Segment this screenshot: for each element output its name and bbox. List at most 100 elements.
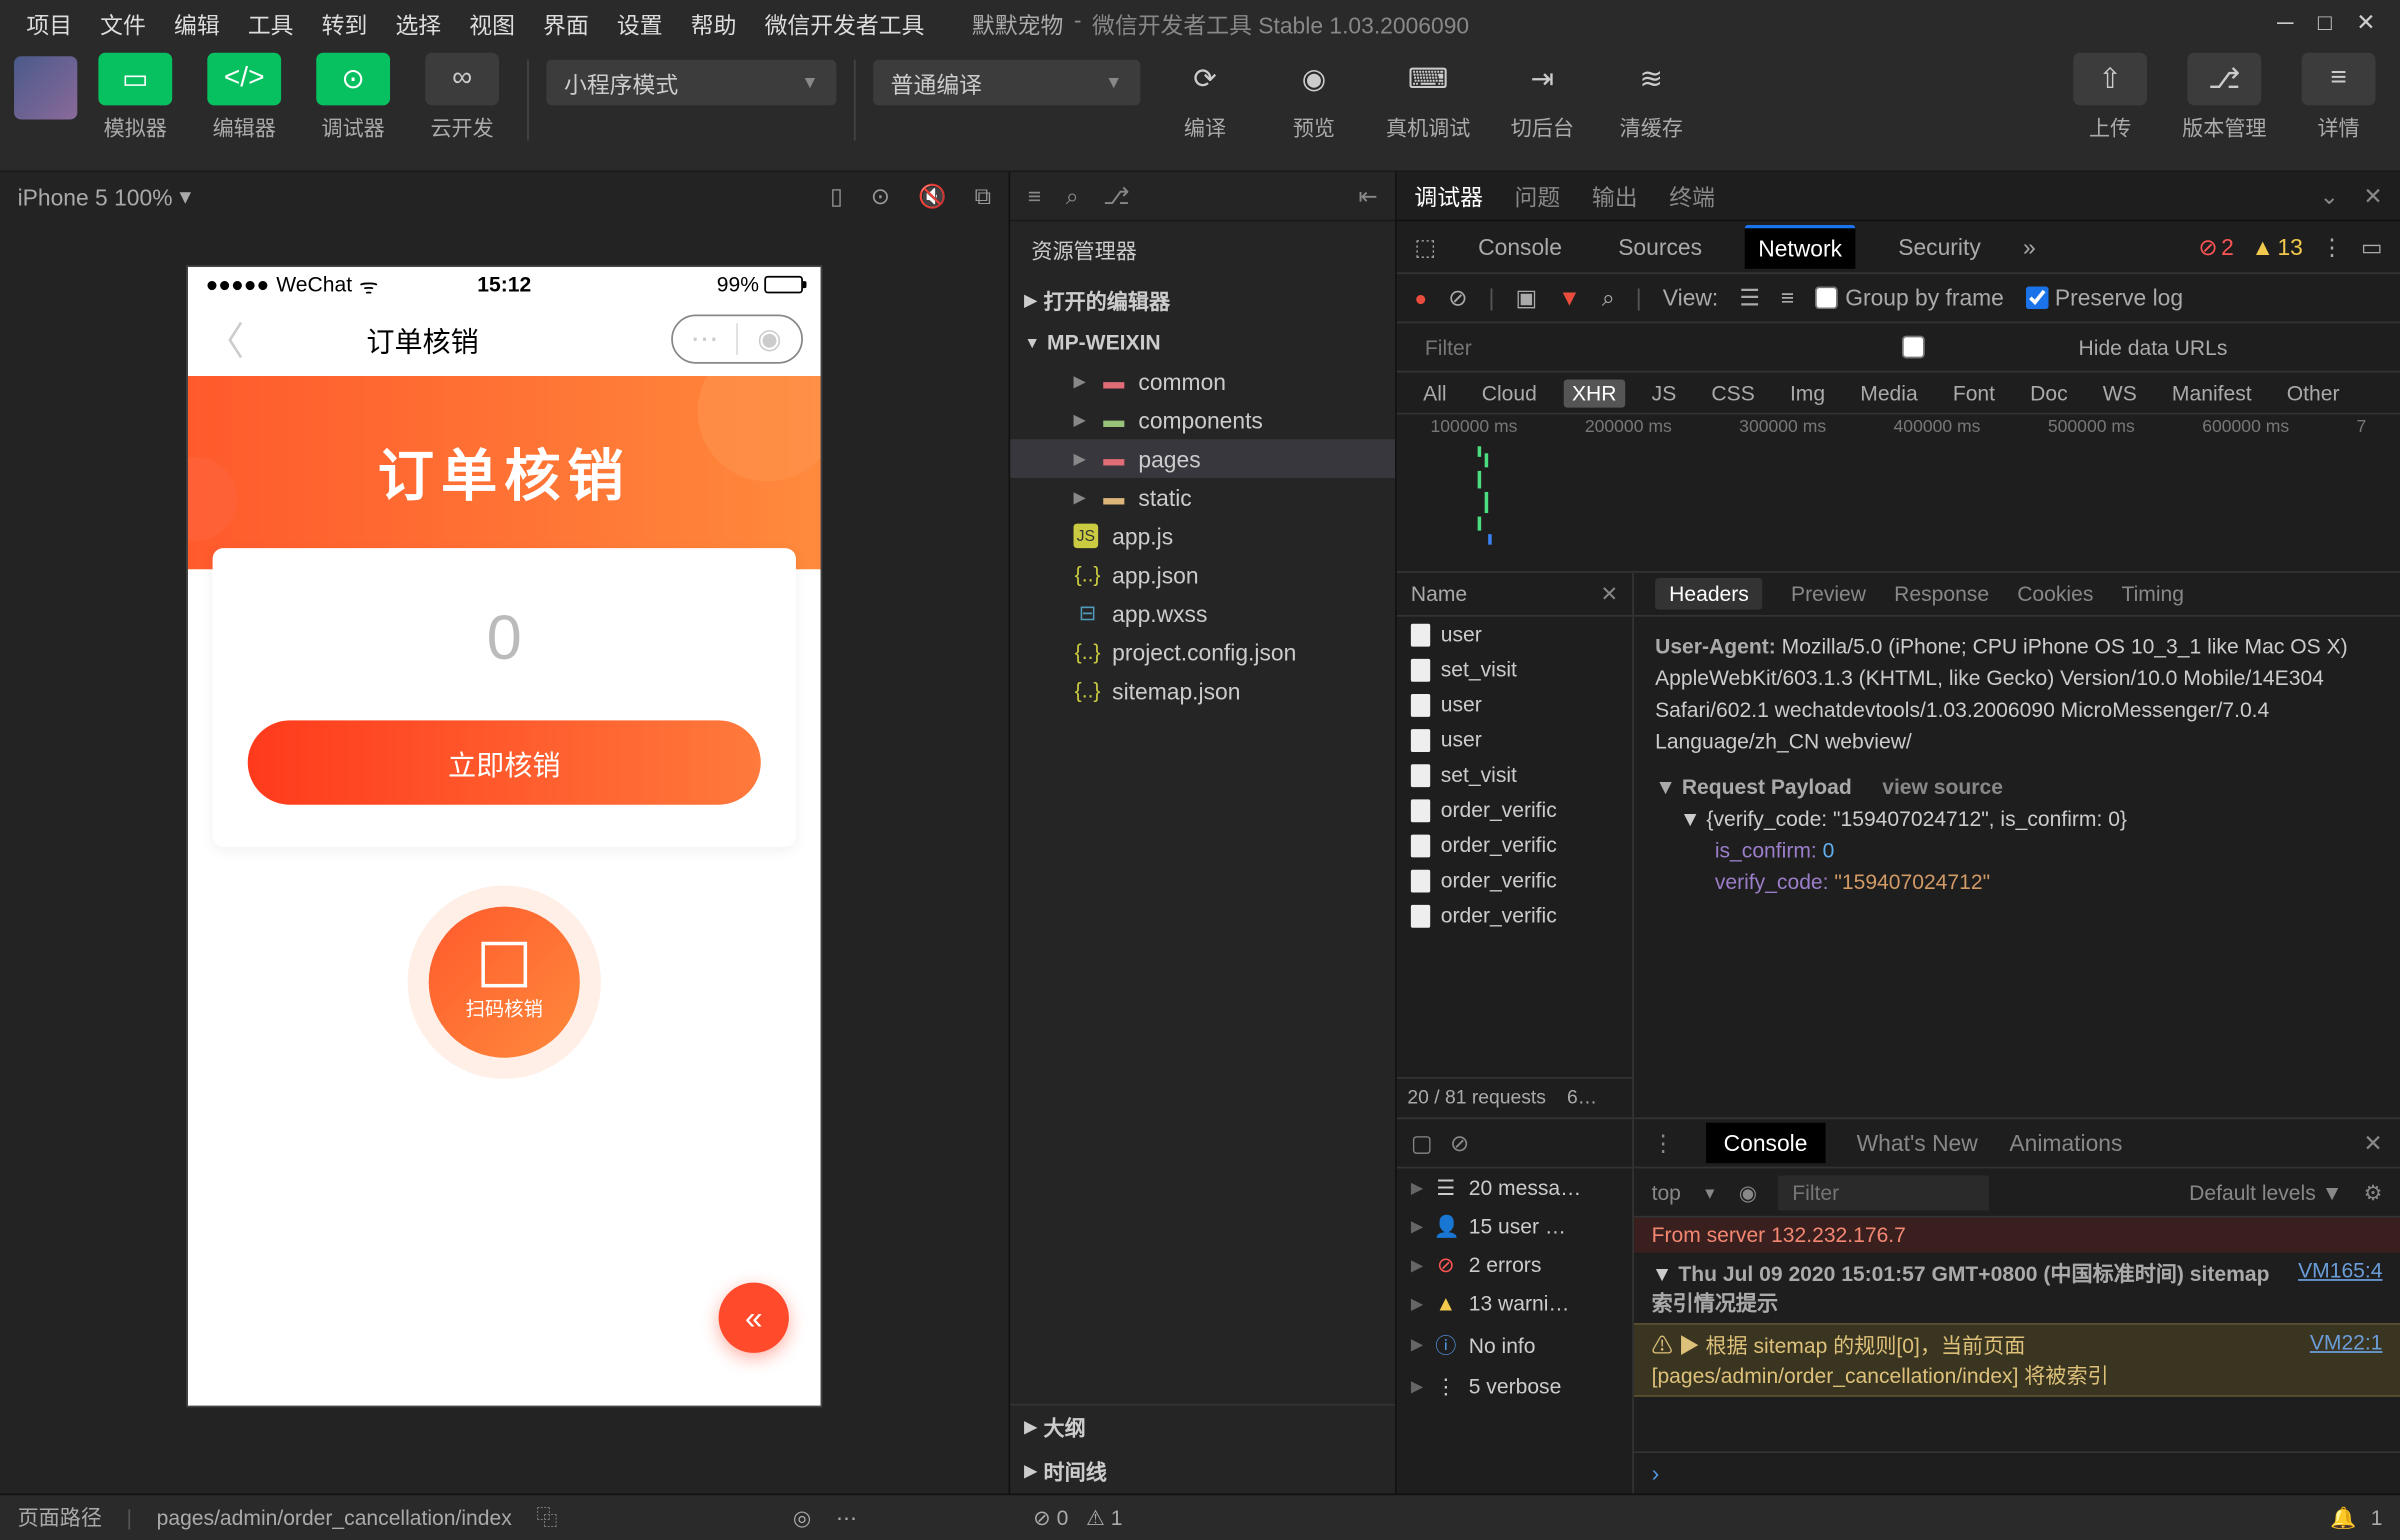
console-category[interactable]: ▶⊘2 errors (1397, 1246, 1632, 1285)
console-prompt[interactable]: › (1634, 1451, 2400, 1493)
drawer-kebab-icon[interactable]: ⋮ (1652, 1129, 1675, 1157)
mute-icon[interactable]: 🔇 (918, 183, 946, 211)
request-row[interactable]: set_visit (1397, 652, 1632, 687)
console-filter-input[interactable] (1778, 1175, 1989, 1210)
maximize-icon[interactable]: □ (2318, 9, 2332, 37)
status-warn[interactable]: ⚠ 1 (1086, 1505, 1123, 1530)
panel-security[interactable]: Security (1884, 227, 1995, 267)
filter-img[interactable]: Img (1781, 379, 1834, 407)
fab-button[interactable]: « (719, 1283, 789, 1353)
page-path[interactable]: pages/admin/order_cancellation/index (157, 1505, 512, 1530)
tree-item-components[interactable]: ▶▬components (1010, 401, 1395, 440)
project-root[interactable]: ▼MP-WEIXIN (1010, 323, 1395, 362)
console-message[interactable]: ▼ Thu Jul 09 2020 15:01:57 GMT+0800 (中国标… (1634, 1253, 2400, 1323)
filter-ws[interactable]: WS (2094, 379, 2146, 407)
tree-item-sitemap.json[interactable]: {..}sitemap.json (1010, 671, 1395, 710)
tab-debugger[interactable]: 调试器 (1414, 179, 1483, 212)
menu-edit[interactable]: 编辑 (162, 3, 232, 43)
tab-output[interactable]: 输出 (1592, 179, 1638, 212)
outline-section[interactable]: ▶大纲 (1010, 1406, 1395, 1450)
levels-dropdown[interactable]: Default levels ▼ (2189, 1180, 2342, 1205)
minimize-icon[interactable]: ─ (2277, 9, 2293, 37)
menu-dots-icon[interactable]: ⋯ (673, 322, 736, 357)
console-category[interactable]: ▶⋮5 verbose (1397, 1367, 1632, 1406)
filter-manifest[interactable]: Manifest (2163, 379, 2260, 407)
console-message[interactable]: From server 132.232.176.7 (1634, 1218, 2400, 1253)
request-row[interactable]: user (1397, 687, 1632, 722)
panel-network[interactable]: Network (1744, 225, 1856, 269)
hide-data-urls[interactable]: Hide data URLs (1755, 335, 2227, 360)
mode-dropdown[interactable]: 小程序模式▼ (546, 60, 836, 106)
eye-icon[interactable]: ◎ (793, 1505, 811, 1530)
menu-select[interactable]: 选择 (383, 3, 453, 43)
drawer-tab-whatsnew[interactable]: What's New (1857, 1130, 1978, 1156)
cloud-button[interactable]: ∞云开发 (415, 53, 510, 143)
code-input[interactable]: 0 (248, 601, 761, 675)
drawer-tab-animations[interactable]: Animations (2009, 1130, 2122, 1156)
scan-button[interactable]: 扫码核销 (429, 907, 580, 1058)
request-row[interactable]: user (1397, 617, 1632, 652)
view-large-icon[interactable]: ☰ (1739, 284, 1759, 312)
timeline[interactable]: 100000 ms200000 ms300000 ms400000 ms5000… (1397, 415, 2400, 573)
request-row[interactable]: set_visit (1397, 757, 1632, 792)
group-by-frame[interactable]: Group by frame (1815, 285, 2004, 311)
console-category[interactable]: ▶☰20 messa… (1397, 1168, 1632, 1207)
tab-problems[interactable]: 问题 (1515, 179, 1561, 212)
timeline-section[interactable]: ▶时间线 (1010, 1450, 1395, 1494)
tab-terminal[interactable]: 终端 (1669, 179, 1715, 212)
console-category[interactable]: ▶ⓘNo info (1397, 1323, 1632, 1367)
filter-media[interactable]: Media (1851, 379, 1926, 407)
compile-button[interactable]: ⟳编译 (1158, 53, 1253, 143)
view-source-link[interactable]: view source (1882, 775, 2003, 800)
panel-console[interactable]: Console (1464, 227, 1576, 267)
capsule[interactable]: ⋯◉ (671, 315, 803, 364)
console-category[interactable]: ▶▲13 warni… (1397, 1284, 1632, 1323)
tree-item-app.wxss[interactable]: ⊟app.wxss (1010, 594, 1395, 633)
request-row[interactable]: order_verific (1397, 828, 1632, 863)
menu-file[interactable]: 文件 (88, 3, 158, 43)
sidebar-icon[interactable]: ▢ (1411, 1129, 1433, 1157)
camera-icon[interactable]: ▣ (1515, 284, 1537, 312)
preserve-log[interactable]: Preserve log (2025, 285, 2183, 311)
request-row[interactable]: order_verific (1397, 898, 1632, 933)
drawer-close-icon[interactable]: ✕ (2363, 1129, 2382, 1157)
detail-tab-headers[interactable]: Headers (1655, 578, 1763, 610)
detail-tab-preview[interactable]: Preview (1791, 582, 1866, 607)
upload-button[interactable]: ⇧上传 (2063, 53, 2158, 143)
menu-project[interactable]: 项目 (14, 3, 84, 43)
editor-button[interactable]: </>编辑器 (197, 53, 292, 143)
menu-wechat[interactable]: 微信开发者工具 (752, 3, 937, 43)
filter-input[interactable] (1414, 329, 1730, 364)
filter-icon[interactable]: ▼ (1558, 285, 1581, 311)
background-button[interactable]: ⇥切后台 (1495, 53, 1590, 143)
simulator-button[interactable]: ▭模拟器 (88, 53, 183, 143)
list-icon[interactable]: ≡ (1028, 182, 1041, 210)
filter-doc[interactable]: Doc (2021, 379, 2076, 407)
filter-js[interactable]: JS (1643, 379, 1685, 407)
error-count[interactable]: ⊘ 2 (2198, 233, 2233, 261)
detail-tab-timing[interactable]: Timing (2121, 582, 2183, 607)
search-icon[interactable]: ⌕ (1602, 284, 1615, 312)
filter-other[interactable]: Other (2278, 379, 2348, 407)
remote-debug-button[interactable]: ⌨真机调试 (1375, 53, 1480, 143)
debugger-button[interactable]: ⊙调试器 (306, 53, 401, 143)
copy-icon[interactable]: ⿻ (536, 1502, 557, 1532)
more-panels-icon[interactable]: » (2023, 234, 2036, 260)
filter-cloud[interactable]: Cloud (1473, 379, 1546, 407)
view-small-icon[interactable]: ≡ (1781, 285, 1794, 311)
menu-settings[interactable]: 设置 (605, 3, 675, 43)
menu-tools[interactable]: 工具 (236, 3, 306, 43)
request-row[interactable]: user (1397, 722, 1632, 757)
target-icon[interactable]: ◉ (738, 322, 801, 357)
popout-icon[interactable]: ⧉ (975, 183, 991, 211)
search-icon[interactable]: ⌕ (1066, 182, 1079, 210)
detail-button[interactable]: ≡详情 (2291, 53, 2386, 143)
request-row[interactable]: order_verific (1397, 863, 1632, 898)
warn-count[interactable]: ▲ 13 (2251, 234, 2303, 260)
tree-item-project.config.json[interactable]: {..}project.config.json (1010, 633, 1395, 672)
close-icon[interactable]: ✕ (2363, 182, 2382, 210)
bell-icon[interactable]: 🔔 (2330, 1505, 2356, 1530)
tree-item-app.json[interactable]: {..}app.json (1010, 555, 1395, 594)
close-detail-icon[interactable]: ✕ (1601, 582, 1619, 607)
tree-item-pages[interactable]: ▶▬pages (1010, 439, 1395, 478)
